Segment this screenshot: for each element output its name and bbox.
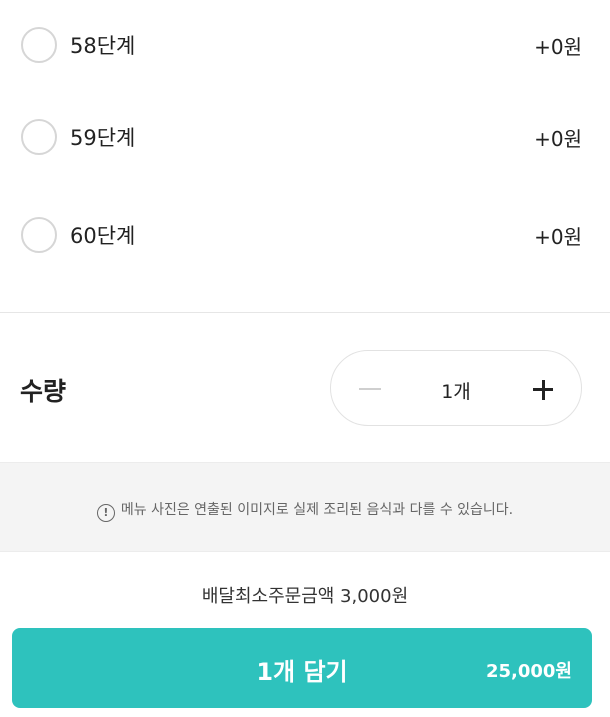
radio-button[interactable]	[21, 119, 57, 155]
add-to-cart-button[interactable]: 1개 담기 25,000원	[12, 628, 592, 708]
option-label: 58단계	[70, 34, 136, 58]
increment-button[interactable]	[519, 365, 567, 413]
minimum-order-text: 배달최소주문금액 3,000원	[201, 586, 409, 607]
option-row-58[interactable]: 58단계 +0원	[0, 15, 610, 75]
quantity-stepper: 1개	[330, 350, 582, 426]
option-row-59[interactable]: 59단계 +0원	[0, 107, 610, 167]
quantity-title: 수량	[20, 377, 67, 406]
option-label: 60단계	[70, 224, 136, 248]
notice-text: 메뉴 사진은 연출된 이미지로 실제 조리된 음식과 다를 수 있습니다.	[120, 502, 514, 518]
option-row-60[interactable]: 60단계 +0원	[0, 205, 610, 265]
option-label: 59단계	[70, 126, 136, 150]
plus-icon-vertical	[542, 380, 545, 400]
radio-button[interactable]	[21, 27, 57, 63]
exclamation-circle-icon: !	[96, 504, 115, 522]
section-divider	[0, 312, 610, 313]
option-price: +0원	[534, 34, 582, 59]
add-to-cart-price: 25,000원	[485, 661, 572, 682]
option-price: +0원	[534, 224, 582, 249]
notice-box: ! 메뉴 사진은 연출된 이미지로 실제 조리된 음식과 다를 수 있습니다.	[0, 462, 610, 552]
radio-button[interactable]	[21, 217, 57, 253]
option-price: +0원	[534, 126, 582, 151]
